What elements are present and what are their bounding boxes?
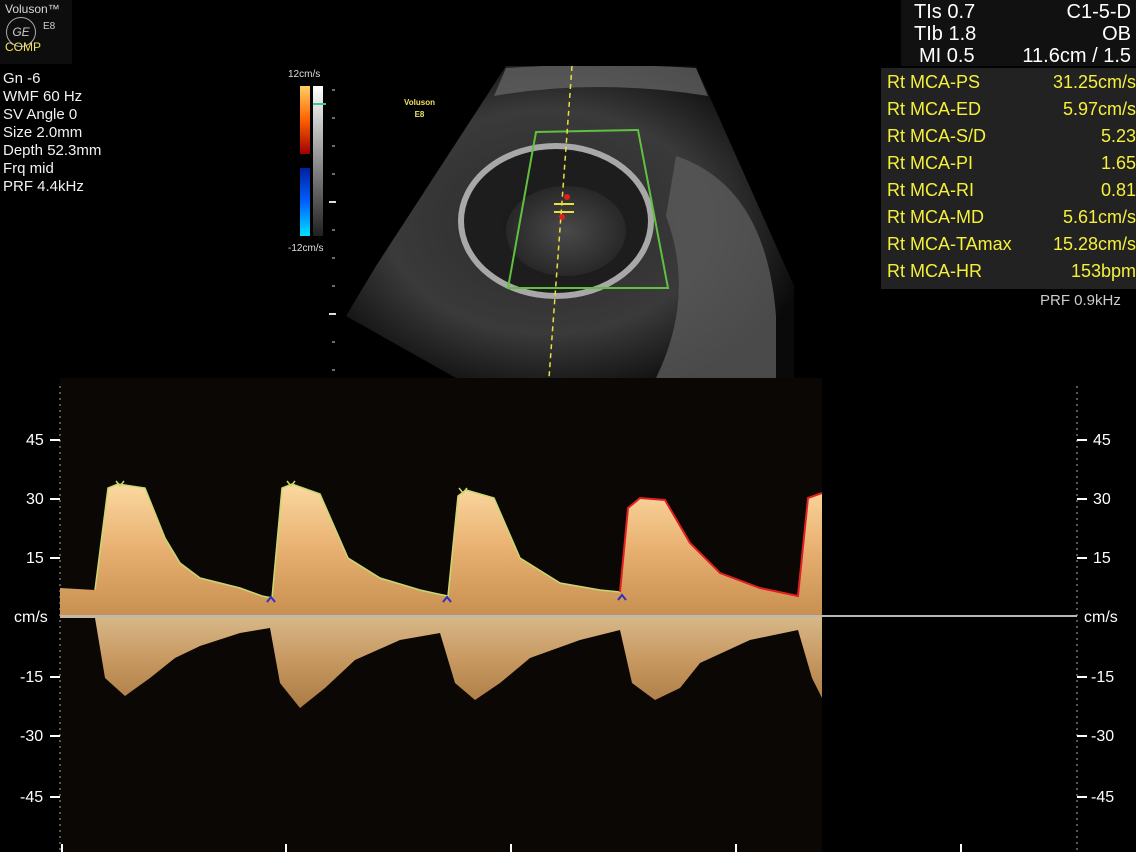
tick-label-left: 15 [26,550,44,567]
tick-label-right: 30 [1093,491,1111,508]
measurement-value: 5.97cm/s [1062,99,1136,119]
measurement-row: Rt MCA-ED 5.97cm/s [887,99,1136,121]
color-scale-bar [300,86,336,371]
measurement-label: Rt MCA-S/D [887,126,986,146]
measurement-value: 153bpm [1070,261,1136,281]
image-watermark: Voluson E8 [404,97,435,121]
tick-label-right: 15 [1093,550,1111,567]
measurement-label: Rt MCA-RI [887,180,974,200]
measurement-value: 15.28cm/s [1052,234,1136,254]
measurement-value: 1.65 [1100,153,1136,173]
preset-name: OB [1102,23,1131,45]
measurement-label: Rt MCA-TAmax [887,234,1012,254]
measurement-row: Rt MCA-S/D 5.23 [887,126,1136,148]
tick-label-left: -15 [20,669,44,686]
measurement-label: Rt MCA-ED [887,99,981,119]
measurement-value: 5.61cm/s [1062,207,1136,227]
probe-name: C1-5-D [1066,1,1131,23]
measurement-value: 31.25cm/s [1052,72,1136,92]
measurement-label: Rt MCA-PI [887,153,974,173]
tick-label-right: 45 [1093,432,1111,449]
measurement-row: Rt MCA-RI 0.81 [887,180,1136,202]
depth-freq: 11.6cm / 1.5 [1022,45,1131,67]
tick-label-right: -45 [1091,789,1115,806]
param-gain: Gn -6 [3,70,41,87]
unit-label-left: cm/s [14,609,48,626]
tick-label-left: -30 [20,728,44,745]
tick-label-left: -45 [20,789,44,806]
colorbar-max-label: 12cm/s [288,69,321,80]
measurement-label: Rt MCA-HR [887,261,982,281]
tick-label-left: 45 [26,432,44,449]
brand-model: E8 [43,21,56,32]
watermark-line1: Voluson [404,98,435,107]
measurement-value: 5.23 [1100,126,1136,146]
doppler-prf: PRF 0.9kHz [1040,292,1121,309]
param-depth: Depth 52.3mm [3,142,102,159]
measurement-row: Rt MCA-MD 5.61cm/s [887,207,1136,229]
tick-label-left: 30 [26,491,44,508]
measurement-label: Rt MCA-MD [887,207,984,227]
param-size: Size 2.0mm [3,124,83,141]
measurement-value: 0.81 [1100,180,1136,200]
tick-label-right: -15 [1091,669,1115,686]
measurement-row: Rt MCA-HR 153bpm [887,261,1136,283]
unit-label-right: cm/s [1084,609,1118,626]
param-prf: PRF 4.4kHz [3,178,84,195]
measurement-row: Rt MCA-TAmax 15.28cm/s [887,234,1136,256]
watermark-line2: E8 [414,110,425,119]
doppler-spectrum [50,378,1087,852]
param-wmf: WMF 60 Hz [3,88,83,105]
brand-name: Voluson™ [5,2,60,16]
measurement-row: Rt MCA-PI 1.65 [887,153,1136,175]
measurement-label: Rt MCA-PS [887,72,981,92]
tick-label-right: -30 [1091,728,1115,745]
tib-value: TIb 1.8 [914,23,977,45]
measurement-row: Rt MCA-PS 31.25cm/s [887,72,1136,94]
param-sv-angle: SV Angle 0 [3,106,78,123]
tis-value: TIs 0.7 [914,1,976,23]
mode-label: COMP [5,40,41,54]
mi-value: MI 0.5 [919,45,975,67]
param-frq: Frq mid [3,160,54,177]
